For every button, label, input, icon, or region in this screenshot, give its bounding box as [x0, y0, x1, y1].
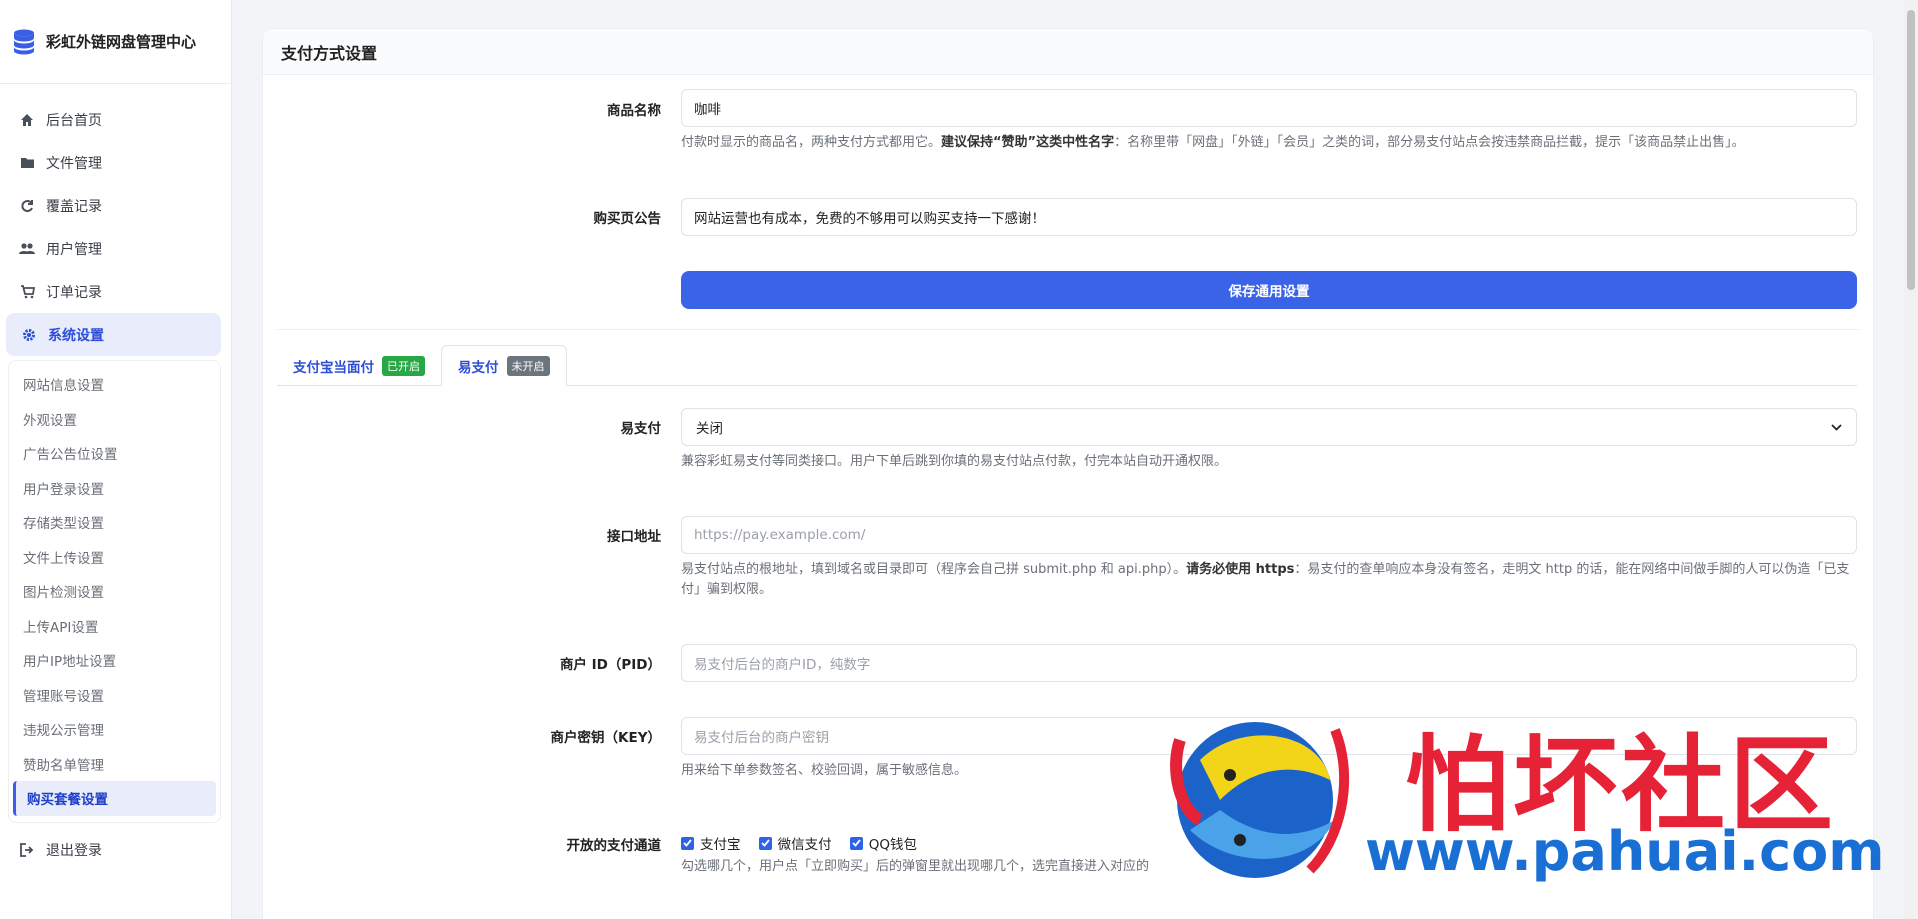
payment-tabs: 支付宝当面付 已开启 易支付 未开启	[277, 345, 1857, 386]
home-icon	[18, 111, 36, 129]
status-badge: 已开启	[382, 355, 425, 376]
channels-label: 开放的支付通道	[566, 838, 662, 854]
brand[interactable]: 彩虹外链网盘管理中心	[0, 0, 231, 84]
tab-alipay-f2f[interactable]: 支付宝当面付 已开启	[277, 345, 441, 386]
key-label: 商户密钥（KEY）	[550, 730, 661, 746]
subnav-appearance[interactable]: 外观设置	[9, 402, 220, 437]
epay-switch-select[interactable]: 关闭	[681, 408, 1857, 446]
notice-group: 网站运营也有成本，免费的不够用可以购买支持一下感谢！	[681, 198, 1857, 236]
subnav-admin-account[interactable]: 管理账号设置	[9, 678, 220, 713]
page-scrollbar[interactable]	[1904, 0, 1918, 919]
channel-alipay-checkbox[interactable]: 支付宝	[681, 833, 741, 853]
subnav-user-login[interactable]: 用户登录设置	[9, 471, 220, 506]
folder-icon	[18, 154, 36, 172]
sidebar-item-home[interactable]: 后台首页	[0, 98, 231, 141]
users-icon	[18, 240, 36, 258]
pid-group: 易支付后台的商户ID，纯数字	[681, 644, 1857, 682]
sidebar-item-label: 文件管理	[46, 155, 102, 172]
sidebar-item-orders[interactable]: 订单记录	[0, 270, 231, 313]
subnav-purchase-plans[interactable]: 购买套餐设置	[13, 781, 216, 816]
watermark-logo: 怕坏社区 www.pahuai.com	[1160, 700, 1900, 919]
api-url-input[interactable]: https://pay.example.com/	[681, 516, 1857, 554]
product-name-label: 商品名称	[607, 103, 661, 119]
subnav-image-check[interactable]: 图片检测设置	[9, 574, 220, 609]
sidebar-item-label: 用户管理	[46, 241, 102, 258]
subnav-storage-type[interactable]: 存储类型设置	[9, 505, 220, 540]
epay-switch-help: 兼容彩虹易支付等同类接口。用户下单后跳到你填的易支付站点付款，付完本站自动开通权…	[681, 454, 1228, 469]
logout-icon	[18, 841, 36, 859]
gear-icon	[20, 326, 38, 344]
sidebar-item-settings[interactable]: 系统设置	[6, 313, 221, 356]
database-icon	[14, 29, 34, 54]
product-name-help: 付款时显示的商品名，两种支付方式都用它。建议保持“赞助”这类中性名字：名称里带「…	[681, 135, 1745, 150]
sidebar: 彩虹外链网盘管理中心 后台首页 文件管理 覆盖记录 用户管理 订单记录 系统设置…	[0, 0, 232, 919]
sidebar-item-label: 覆盖记录	[46, 198, 102, 215]
api-url-help: 易支付站点的根地址，填到域名或目录即可（程序会自己拼 submit.php 和 …	[681, 562, 1850, 597]
sidebar-item-label: 后台首页	[46, 112, 102, 129]
subnav-user-ip[interactable]: 用户IP地址设置	[9, 643, 220, 678]
channel-wechat-checkbox[interactable]: 微信支付	[758, 833, 832, 853]
select-value: 关闭	[696, 421, 723, 437]
check-icon	[681, 836, 694, 850]
chevron-down-icon	[1831, 419, 1842, 435]
channel-qq-checkbox[interactable]: QQ钱包	[849, 833, 917, 853]
sidebar-item-label: 退出登录	[46, 843, 102, 859]
check-icon	[758, 836, 772, 850]
api-url-label: 接口地址	[607, 529, 661, 545]
tab-label: 支付宝当面付	[293, 359, 374, 376]
notice-label: 购买页公告	[593, 211, 662, 227]
product-name-group: 咖啡 付款时显示的商品名，两种支付方式都用它。建议保持“赞助”这类中性名字：名称…	[681, 89, 1857, 153]
subnav-file-upload[interactable]: 文件上传设置	[9, 540, 220, 575]
sidebar-item-label: 系统设置	[48, 327, 104, 344]
status-badge: 未开启	[506, 355, 550, 376]
pid-input[interactable]: 易支付后台的商户ID，纯数字	[681, 644, 1857, 682]
pid-label: 商户 ID（PID）	[559, 657, 661, 673]
sidebar-item-label: 订单记录	[46, 284, 102, 301]
sidebar-nav: 后台首页 文件管理 覆盖记录 用户管理 订单记录 系统设置	[0, 84, 231, 356]
notice-input[interactable]: 网站运营也有成本，免费的不够用可以购买支持一下感谢！	[681, 198, 1857, 236]
divider	[277, 329, 1859, 330]
settings-subnav: 网站信息设置 外观设置 广告公告位设置 用户登录设置 存储类型设置 文件上传设置…	[8, 360, 221, 823]
fish-logo-icon	[1170, 722, 1350, 878]
scrollbar-thumb[interactable]	[1907, 10, 1915, 290]
subnav-sponsor-list[interactable]: 赞助名单管理	[9, 747, 220, 782]
sidebar-item-files[interactable]: 文件管理	[0, 141, 231, 184]
epay-switch-group: 关闭 兼容彩虹易支付等同类接口。用户下单后跳到你填的易支付站点付款，付完本站自动…	[681, 408, 1857, 472]
sidebar-item-users[interactable]: 用户管理	[0, 227, 231, 270]
subnav-site-info[interactable]: 网站信息设置	[9, 367, 220, 402]
cart-icon	[18, 283, 36, 301]
card-title: 支付方式设置	[263, 29, 1873, 75]
epay-switch-label: 易支付	[620, 421, 662, 437]
subnav-upload-api[interactable]: 上传API设置	[9, 609, 220, 644]
sidebar-item-overwrite-log[interactable]: 覆盖记录	[0, 184, 231, 227]
check-icon	[849, 836, 863, 850]
brand-title: 彩虹外链网盘管理中心	[46, 33, 197, 51]
save-general-button[interactable]: 保存通用设置	[681, 271, 1857, 309]
api-url-group: https://pay.example.com/ 易支付站点的根地址，填到域名或…	[681, 516, 1857, 600]
tab-label: 易支付	[458, 359, 499, 376]
tab-epay[interactable]: 易支付 未开启	[441, 345, 567, 386]
watermark-url: www.pahuai.com	[1365, 820, 1885, 883]
subnav-violation-notice[interactable]: 违规公示管理	[9, 712, 220, 747]
subnav-ads-notice[interactable]: 广告公告位设置	[9, 436, 220, 471]
sidebar-item-logout[interactable]: 退出登录	[0, 829, 231, 872]
product-name-input[interactable]: 咖啡	[681, 89, 1857, 127]
refresh-icon	[18, 197, 36, 215]
